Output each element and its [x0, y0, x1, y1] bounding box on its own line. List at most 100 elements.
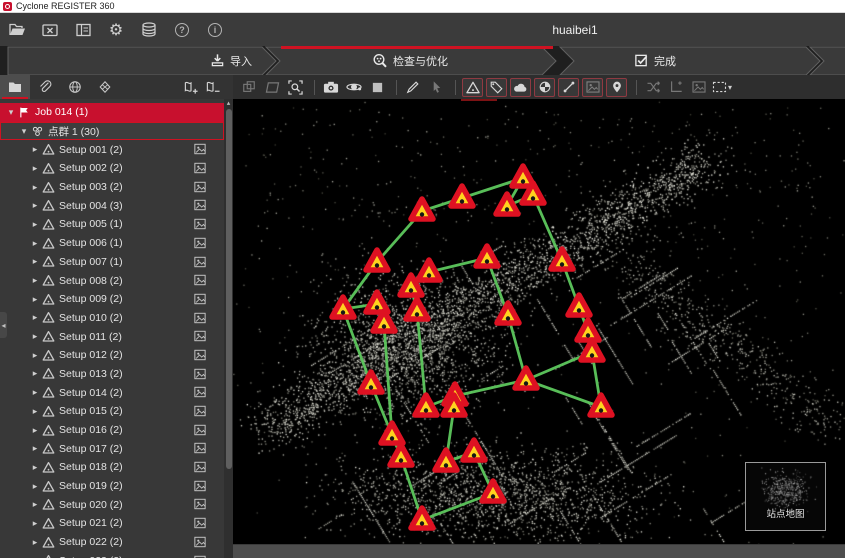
toggle-labels-icon[interactable]: [486, 78, 507, 97]
expand-caret-icon[interactable]: ▸: [30, 387, 40, 398]
pano-image-icon[interactable]: [194, 480, 206, 492]
expand-caret-icon[interactable]: ▸: [30, 537, 40, 548]
shuffle-icon[interactable]: [643, 77, 663, 97]
expand-caret-icon[interactable]: ▸: [30, 481, 40, 492]
tree-setup-row[interactable]: ▸Setup 018 (2): [0, 458, 224, 477]
report-icon[interactable]: [74, 21, 92, 39]
tree-setup-row[interactable]: ▸Setup 017 (2): [0, 439, 224, 458]
setup-marker[interactable]: [390, 445, 412, 465]
expand-caret-icon[interactable]: ▸: [30, 368, 40, 379]
expand-caret-icon[interactable]: ▸: [30, 331, 40, 342]
setup-marker[interactable]: [496, 194, 518, 214]
scroll-up-icon[interactable]: ▴: [224, 99, 233, 108]
setup-marker[interactable]: [568, 295, 590, 315]
site-minimap[interactable]: 站点地图: [745, 462, 826, 531]
setup-marker[interactable]: [482, 481, 504, 501]
pano-image-icon[interactable]: [194, 143, 206, 155]
setup-marker[interactable]: [515, 368, 537, 388]
scrollbar-thumb[interactable]: [226, 109, 232, 469]
tree-setup-row[interactable]: ▸Setup 023 (2): [0, 552, 224, 558]
pano-image-icon[interactable]: [194, 256, 206, 268]
setup-marker[interactable]: [411, 508, 433, 528]
tree-setup-row[interactable]: ▸Setup 013 (2): [0, 365, 224, 384]
pano-image-icon[interactable]: [194, 555, 206, 558]
toggle-images-icon[interactable]: [582, 78, 603, 97]
tree-setup-row[interactable]: ▸Setup 014 (2): [0, 383, 224, 402]
pointcloud-viewport[interactable]: 站点地图: [233, 99, 845, 545]
expand-caret-icon[interactable]: ▸: [30, 425, 40, 436]
expand-caret-icon[interactable]: ▸: [30, 406, 40, 417]
camera-icon[interactable]: [321, 77, 341, 97]
collapse-caret-icon[interactable]: ▾: [19, 126, 29, 137]
tab-finalize[interactable]: 完成: [634, 46, 676, 75]
tree-setup-row[interactable]: ▸Setup 022 (2): [0, 533, 224, 552]
pano-image-icon[interactable]: [194, 162, 206, 174]
info-icon[interactable]: i: [206, 21, 224, 39]
setup-marker[interactable]: [551, 249, 573, 269]
image-view-icon[interactable]: [689, 77, 709, 97]
tree-scrollbar[interactable]: ▴: [224, 99, 233, 558]
tree-setup-row[interactable]: ▸Setup 010 (2): [0, 309, 224, 328]
select-arrow-icon[interactable]: [426, 77, 446, 97]
pano-image-icon[interactable]: [194, 199, 206, 211]
expand-caret-icon[interactable]: ▸: [30, 163, 40, 174]
open-project-icon[interactable]: [8, 21, 26, 39]
toggle-gps-pin-icon[interactable]: [606, 78, 627, 97]
tree-setup-row[interactable]: ▸Setup 003 (2): [0, 178, 224, 197]
pano-image-icon[interactable]: [194, 498, 206, 510]
expand-caret-icon[interactable]: ▸: [30, 462, 40, 473]
tree-setup-row[interactable]: ▸Setup 001 (2): [0, 140, 224, 159]
tree-setup-row[interactable]: ▸Setup 019 (2): [0, 477, 224, 496]
setup-marker[interactable]: [476, 246, 498, 266]
tree-setup-row[interactable]: ▸Setup 006 (1): [0, 234, 224, 253]
pano-image-icon[interactable]: [194, 312, 206, 324]
tab-review-optimize[interactable]: 检查与优化: [372, 46, 448, 75]
project-explorer-icon[interactable]: [0, 75, 30, 99]
toggle-targets-icon[interactable]: [534, 78, 555, 97]
tree-setup-row[interactable]: ▸Setup 015 (2): [0, 402, 224, 421]
setup-marker[interactable]: [381, 423, 403, 443]
sidebar-collapse-handle[interactable]: ◂: [0, 312, 7, 338]
tree-setup-row[interactable]: ▸Setup 008 (2): [0, 271, 224, 290]
tree-setup-row[interactable]: ▸Setup 002 (2): [0, 159, 224, 178]
tree-cluster-row[interactable]: ▾ 点群 1 (30): [0, 122, 224, 141]
expand-caret-icon[interactable]: ▸: [30, 200, 40, 211]
remove-bundle-icon[interactable]: [205, 80, 221, 95]
setup-marker[interactable]: [411, 199, 433, 219]
tree-setup-row[interactable]: ▸Setup 005 (1): [0, 215, 224, 234]
pano-image-icon[interactable]: [194, 368, 206, 380]
tree-setup-row[interactable]: ▸Setup 012 (2): [0, 346, 224, 365]
expand-caret-icon[interactable]: ▸: [30, 238, 40, 249]
pano-image-icon[interactable]: [194, 386, 206, 398]
setup-marker[interactable]: [590, 395, 612, 415]
pano-image-icon[interactable]: [194, 442, 206, 454]
pano-image-icon[interactable]: [194, 461, 206, 473]
tree-setup-row[interactable]: ▸Setup 004 (3): [0, 196, 224, 215]
sitemap-icon[interactable]: [90, 75, 120, 99]
dropdown-caret-icon[interactable]: ▾: [728, 83, 732, 92]
pano-image-icon[interactable]: [194, 517, 206, 529]
expand-caret-icon[interactable]: ▸: [30, 294, 40, 305]
setup-marker[interactable]: [451, 186, 473, 206]
storage-icon[interactable]: [140, 21, 158, 39]
pano-image-icon[interactable]: [194, 349, 206, 361]
setup-marker[interactable]: [406, 299, 428, 319]
setup-marker[interactable]: [418, 260, 440, 280]
expand-caret-icon[interactable]: ▸: [30, 350, 40, 361]
zoom-selection-icon[interactable]: [285, 77, 305, 97]
panes-icon[interactable]: [262, 77, 282, 97]
pano-image-icon[interactable]: [194, 424, 206, 436]
copy-icon[interactable]: [239, 77, 259, 97]
tree-setup-row[interactable]: ▸Setup 009 (2): [0, 290, 224, 309]
pano-image-icon[interactable]: [194, 237, 206, 249]
setup-marker[interactable]: [577, 320, 599, 340]
pano-image-icon[interactable]: [194, 405, 206, 417]
tree-job-row[interactable]: ▾ Job 014 (1): [0, 103, 224, 122]
settings-gear-icon[interactable]: ⚙: [107, 21, 125, 39]
help-icon[interactable]: ?: [173, 21, 191, 39]
pano-image-icon[interactable]: [194, 293, 206, 305]
web-icon[interactable]: [60, 75, 90, 99]
expand-caret-icon[interactable]: ▸: [30, 144, 40, 155]
marquee-select-icon[interactable]: ▾: [712, 77, 732, 97]
toggle-links-icon[interactable]: [558, 78, 579, 97]
